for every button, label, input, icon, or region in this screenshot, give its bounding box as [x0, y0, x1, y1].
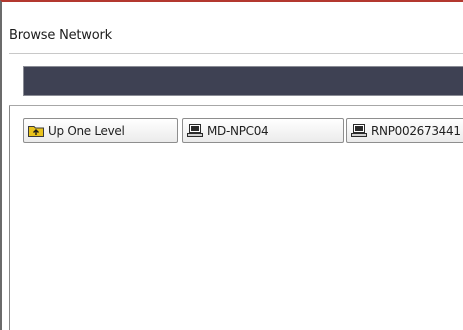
computer-button-md-npc04[interactable]: MD-NPC04	[182, 118, 344, 143]
browse-network-window: Browse Network Up One Level MD-NPC04 RNP…	[0, 0, 463, 330]
up-one-level-button[interactable]: Up One Level	[23, 118, 178, 143]
computer-icon	[351, 124, 367, 137]
computer-icon	[187, 124, 203, 137]
window-left-edge	[9, 106, 10, 330]
computer-name-label: MD-NPC04	[207, 123, 269, 138]
path-bar	[23, 66, 463, 96]
computer-button-rnp002673441[interactable]: RNP002673441	[346, 118, 463, 143]
up-one-level-label: Up One Level	[48, 123, 125, 138]
computer-name-label: RNP002673441	[371, 123, 461, 138]
window-title: Browse Network	[9, 28, 112, 43]
title-divider	[9, 53, 463, 54]
toolbar-divider	[9, 105, 463, 106]
folder-up-icon	[28, 126, 44, 137]
